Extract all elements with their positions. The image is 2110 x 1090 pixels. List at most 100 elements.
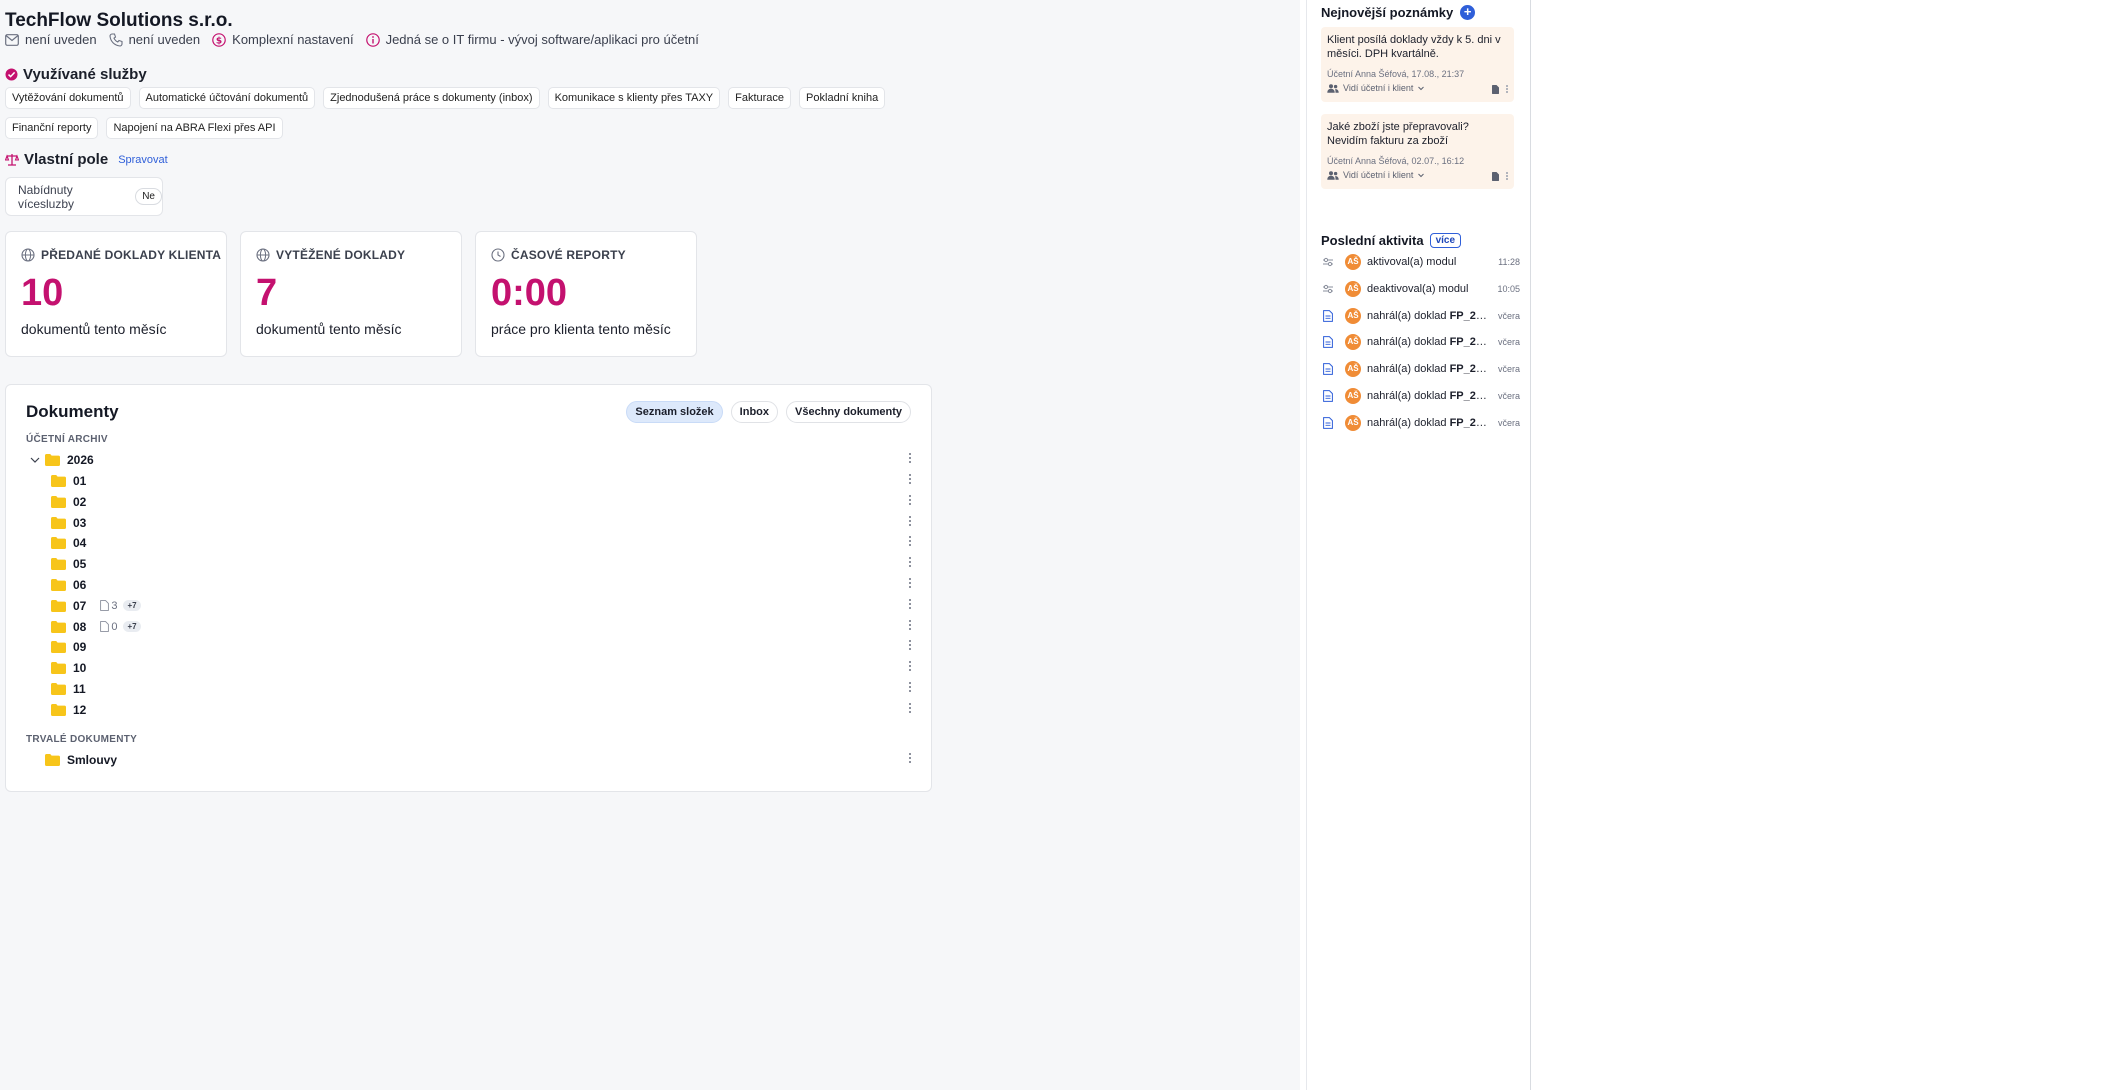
- services-title-text: Využívané služby: [23, 66, 147, 83]
- folder-row-month[interactable]: 03: [26, 513, 916, 533]
- stat-card-submitted: PŘEDANÉ DOKLADY KLIENTA 10 dokumentů ten…: [5, 231, 227, 357]
- activity-row[interactable]: AŠ deaktivoval(a) modul 10:05: [1321, 280, 1520, 298]
- folder-icon: [51, 495, 66, 508]
- folder-row-month[interactable]: 10: [26, 658, 916, 678]
- more-icon[interactable]: [1506, 84, 1508, 94]
- chevron-down-icon: [1418, 86, 1425, 91]
- note-actions: [1492, 171, 1508, 181]
- more-icon[interactable]: [909, 660, 911, 672]
- note-card[interactable]: Jaké zboží jste přepravovali? Nevidím fa…: [1321, 114, 1514, 189]
- document-icon: [1323, 309, 1333, 322]
- settings-item[interactable]: $ Komplexní nastavení: [212, 32, 354, 47]
- email-value: není uveden: [25, 32, 97, 47]
- more-icon[interactable]: [1506, 171, 1508, 181]
- more-badge[interactable]: +7: [123, 600, 141, 612]
- service-chip: Finanční reporty: [5, 117, 99, 139]
- more-icon[interactable]: [909, 515, 911, 527]
- folder-name: 03: [73, 515, 87, 530]
- folder-row-month[interactable]: 01: [26, 471, 916, 491]
- folder-row-month[interactable]: 04: [26, 533, 916, 553]
- more-icon[interactable]: [909, 598, 911, 610]
- folder-name: 05: [73, 557, 87, 572]
- note-meta: Účetní Anna Šéfová, 17.08., 21:37: [1327, 69, 1465, 79]
- activity-row[interactable]: AŠ aktivoval(a) modul 11:28: [1321, 253, 1520, 271]
- more-icon[interactable]: [909, 619, 911, 631]
- document-icon: [1321, 390, 1335, 402]
- more-activity-button[interactable]: více: [1429, 233, 1462, 248]
- more-icon[interactable]: [909, 556, 911, 568]
- activity-time: včera: [1497, 417, 1520, 428]
- chevron-down-icon[interactable]: [29, 454, 41, 466]
- folder-icon: [45, 754, 60, 766]
- folder-row-month[interactable]: 06: [26, 575, 916, 595]
- more-icon[interactable]: [909, 473, 911, 485]
- folder-row-month[interactable]: 11: [26, 679, 916, 699]
- more-icon[interactable]: [909, 702, 911, 714]
- more-icon[interactable]: [909, 535, 911, 547]
- more-icon[interactable]: [909, 452, 911, 464]
- globe-icon: [21, 248, 35, 262]
- folder-icon: [51, 599, 66, 612]
- service-chip: Pokladní kniha: [799, 87, 886, 109]
- company-title: TechFlow Solutions s.r.o.: [5, 10, 233, 31]
- document-icon[interactable]: [1492, 84, 1499, 94]
- activity-time: 10:05: [1497, 283, 1520, 294]
- more-icon[interactable]: [909, 681, 911, 693]
- notes-title: Nejnovější poznámky +: [1321, 5, 1476, 20]
- stat-value: 10: [21, 272, 64, 314]
- more-icon[interactable]: [909, 639, 911, 651]
- folder-name: 08: [73, 619, 87, 634]
- folder-name: 04: [73, 536, 87, 551]
- note-text: Jaké zboží jste přepravovali? Nevidím fa…: [1327, 121, 1469, 147]
- tab-folder-list[interactable]: Seznam složek: [626, 401, 723, 423]
- users-icon: [1327, 83, 1339, 93]
- folder-icon: [51, 558, 66, 571]
- activity-row[interactable]: AŠ nahrál(a) doklad FP_20... včera: [1321, 387, 1520, 405]
- tab-inbox[interactable]: Inbox: [730, 401, 779, 423]
- activity-time: včera: [1497, 391, 1520, 401]
- note-visibility[interactable]: Vidí účetní i klient: [1327, 170, 1429, 180]
- folder-row-month[interactable]: 12: [26, 700, 916, 720]
- note-card[interactable]: Klient posílá doklady vždy k 5. dni v mě…: [1321, 27, 1514, 102]
- folder-row-contracts[interactable]: Smlouvy: [26, 750, 916, 770]
- activity-row[interactable]: AŠ nahrál(a) doklad FP_20... včera: [1321, 414, 1520, 432]
- more-icon[interactable]: [909, 577, 911, 589]
- folder-row-year[interactable]: 2026: [26, 450, 916, 470]
- folder-row-month[interactable]: 08 0 +7: [26, 617, 916, 637]
- add-note-button[interactable]: +: [1460, 5, 1476, 20]
- folder-row-month[interactable]: 05: [26, 554, 916, 574]
- folder-row-month[interactable]: 09: [26, 637, 916, 657]
- folder-name: 02: [73, 494, 87, 509]
- folder-row-month[interactable]: 02: [26, 492, 916, 512]
- activity-text: nahrál(a) doklad FP_20...: [1367, 390, 1489, 402]
- more-icon[interactable]: [909, 494, 911, 506]
- folder-icon: [51, 703, 66, 716]
- document-icon: [1321, 336, 1335, 349]
- scales-icon: [5, 154, 19, 166]
- page-edge-blank: [1530, 0, 2110, 1090]
- more-icon[interactable]: [909, 752, 911, 764]
- toggle-icon: [1323, 284, 1333, 293]
- tab-all-documents[interactable]: Všechny dokumenty: [786, 401, 911, 423]
- info-item: Jedná se o IT firmu - vývoj software/apl…: [365, 32, 699, 47]
- folder-row-month[interactable]: 07 3 +7: [26, 596, 916, 616]
- folder-icon: [51, 537, 66, 550]
- manage-custom-fields-link[interactable]: Spravovat: [118, 154, 168, 166]
- stat-value: 7: [256, 272, 278, 314]
- activity-row[interactable]: AŠ nahrál(a) doklad FP_20... včera: [1321, 307, 1520, 325]
- stat-subtext: dokumentů tento měsíc: [256, 321, 402, 337]
- folder-icon: [51, 579, 66, 591]
- check-badge-icon: [5, 68, 18, 81]
- activity-row[interactable]: AŠ nahrál(a) doklad FP_20... včera: [1321, 333, 1520, 351]
- dollar-circle-icon: $: [212, 32, 226, 47]
- folder-name: 07: [73, 598, 87, 613]
- more-badge[interactable]: +7: [123, 621, 141, 633]
- folder-icon: [51, 475, 66, 487]
- document-icon[interactable]: [1492, 171, 1499, 181]
- note-visibility[interactable]: Vidí účetní i klient: [1327, 83, 1429, 93]
- activity-time: včera: [1497, 310, 1520, 321]
- custom-field-value[interactable]: Ne: [135, 188, 162, 205]
- activity-row[interactable]: AŠ nahrál(a) doklad FP_20... včera: [1321, 360, 1520, 378]
- folder-icon: [45, 454, 60, 466]
- activity-text: nahrál(a) doklad FP_20...: [1367, 336, 1489, 349]
